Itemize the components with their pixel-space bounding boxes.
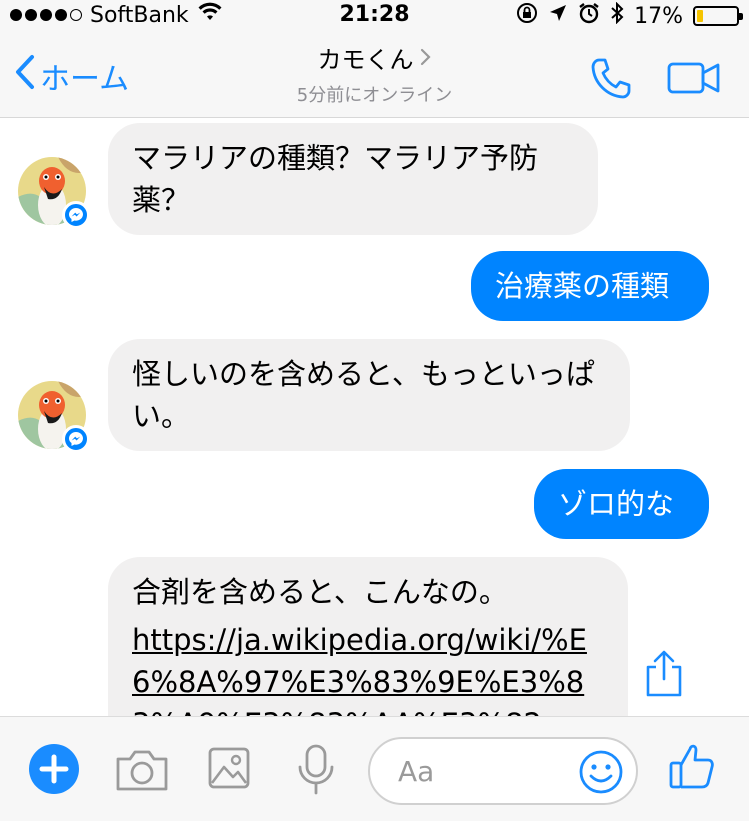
smile-icon [578, 750, 624, 799]
thumbs-up-icon [668, 744, 716, 795]
chevron-right-icon [420, 44, 432, 72]
incoming-message-bubble[interactable]: 怪しいのを含めると、もっといっぱい。 [108, 339, 630, 451]
camera-icon [114, 750, 170, 797]
bluetooth-icon [610, 1, 624, 30]
message-input[interactable] [398, 751, 568, 791]
emoji-button[interactable] [578, 749, 624, 799]
battery-fill [697, 10, 704, 22]
message-text: 治療薬の種類 [495, 269, 670, 303]
message-input-container [368, 737, 638, 805]
messenger-badge-icon [62, 201, 90, 229]
message-text: マラリアの種類？マラリア予防薬？ [132, 141, 539, 217]
more-actions-button[interactable] [28, 743, 80, 799]
photo-gallery-button[interactable] [206, 745, 252, 795]
message-text: 怪しいのを含めると、もっといっぱい。 [132, 357, 595, 433]
video-camera-icon [667, 62, 721, 100]
location-arrow-icon [548, 3, 568, 29]
status-right: 17% [516, 1, 743, 30]
header-actions [589, 56, 721, 104]
incoming-message-bubble[interactable]: 合剤を含めると、こんなの。 https://ja.wikipedia.org/w… [108, 557, 628, 716]
camera-button[interactable] [114, 747, 170, 797]
contact-avatar[interactable] [18, 157, 90, 229]
like-button[interactable] [668, 741, 716, 795]
back-label: ホーム [40, 62, 130, 97]
voice-message-button[interactable] [296, 743, 336, 799]
image-icon [206, 747, 252, 795]
chevron-left-icon [14, 54, 36, 98]
phone-icon [589, 58, 633, 104]
message-list[interactable]: マラリアの種類？マラリア予防薬？ 治療薬の種類 怪しいのを含めると、もっといっぱ… [0, 119, 749, 716]
message-link[interactable]: https://ja.wikipedia.org/wiki/%E6%8A%97%… [132, 619, 604, 716]
back-button[interactable]: ホーム [14, 54, 129, 98]
contact-name: カモくん [317, 46, 414, 74]
outgoing-message-bubble[interactable]: ゾロ的な [534, 469, 709, 539]
message-text: ゾロ的な [558, 487, 675, 521]
plus-icon [28, 744, 80, 799]
status-left: SoftBank [10, 2, 223, 28]
message-composer [0, 716, 749, 821]
orientation-lock-icon [516, 2, 538, 30]
signal-strength-icon [10, 9, 82, 21]
share-button[interactable] [642, 649, 686, 703]
message-text: 合剤を含めると、こんなの。 [132, 575, 508, 609]
messenger-badge-icon [62, 425, 90, 453]
contact-avatar[interactable] [18, 381, 90, 453]
incoming-message-bubble[interactable]: マラリアの種類？マラリア予防薬？ [108, 123, 598, 235]
conversation-header: ホーム カモくん 5分前にオンライン [0, 30, 749, 118]
carrier-name: SoftBank [90, 2, 189, 28]
battery-percent: 17% [634, 3, 683, 29]
wifi-icon [197, 2, 223, 28]
microphone-icon [296, 744, 336, 799]
outgoing-message-bubble[interactable]: 治療薬の種類 [471, 251, 709, 321]
status-bar: SoftBank 21:28 17% [0, 0, 749, 30]
battery-icon [693, 6, 743, 26]
voice-call-button[interactable] [589, 56, 633, 104]
video-call-button[interactable] [667, 60, 721, 100]
contact-name-button[interactable]: カモくん [318, 40, 432, 75]
share-icon [642, 650, 686, 703]
alarm-clock-icon [578, 2, 600, 30]
